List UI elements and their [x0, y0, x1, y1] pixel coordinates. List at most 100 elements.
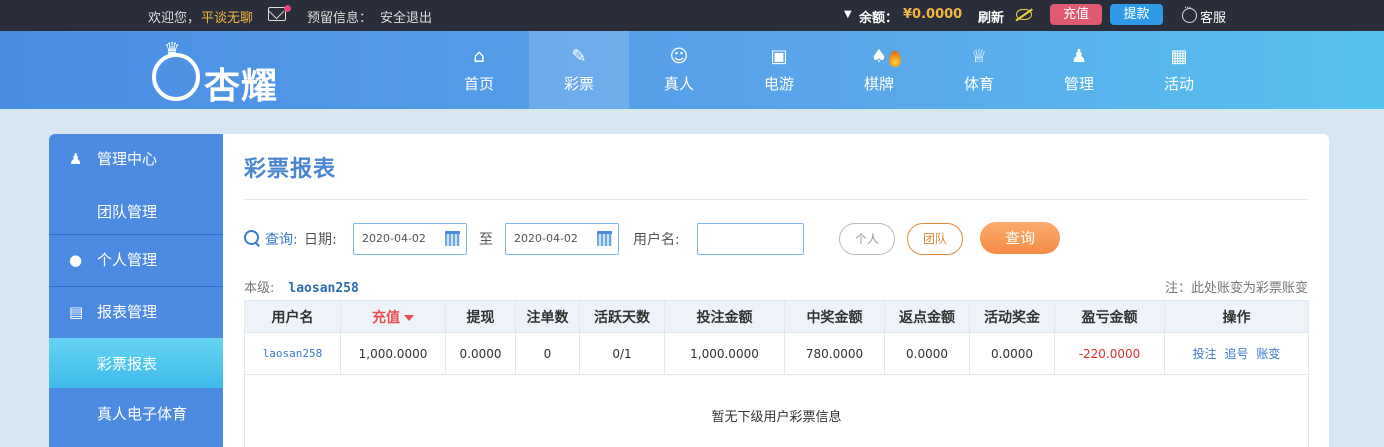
main-panel: 彩票报表 查询: 日期: 2020-04-02 至 2020-04-02 用户名… [223, 134, 1329, 447]
cell-orders: 0 [515, 332, 580, 375]
personal-button[interactable]: 个人 [839, 223, 895, 255]
logo-emblem [152, 53, 200, 101]
cell-profit: -220.0000 [1054, 332, 1165, 375]
col-charge-label: 充值 [372, 309, 400, 326]
cell-active-days: 0/1 [579, 332, 665, 375]
date-to-value: 2020-04-02 [514, 232, 578, 245]
team-icon: ♟ [1070, 46, 1088, 67]
cell-bonus: 0.0000 [969, 332, 1055, 375]
col-orders: 注单数 [515, 300, 580, 333]
game-icon: ▣ [770, 46, 788, 67]
nav-label: 首页 [463, 75, 494, 93]
refresh-link[interactable]: 刷新 [978, 7, 1004, 26]
transactions-link[interactable]: 账变 [1256, 347, 1280, 361]
username[interactable]: 平谈无聊 [201, 7, 253, 26]
cards-icon: ♠ [870, 46, 888, 67]
username-input[interactable] [697, 223, 804, 255]
col-bonus: 活动奖金 [969, 300, 1055, 333]
sidebar-item-label: 管理中心 [97, 150, 158, 168]
sidebar-item-lottery-report[interactable]: 彩票报表 [49, 338, 223, 388]
top-bar: 欢迎您， 平谈无聊 预留信息： 安全退出 ▼ 余额： ¥0.0000 刷新 充值… [0, 0, 1384, 31]
cell-win: 780.0000 [784, 332, 885, 375]
nav-chess[interactable]: ♠ 棋牌 [829, 31, 929, 109]
balance-label: 余额： [859, 11, 899, 26]
cell-rebate: 0.0000 [884, 332, 970, 375]
date-label: 日期: [304, 232, 337, 248]
table-row: laosan258 1,000.0000 0.0000 0 0/1 1,000.… [244, 332, 1309, 375]
sidebar-item-label: 团队管理 [97, 203, 158, 221]
level-username[interactable]: laosan258 [288, 281, 358, 296]
empty-message: 暂无下级用户彩票信息 [244, 374, 1309, 447]
divider [244, 199, 1308, 200]
empty-row: 暂无下级用户彩票信息 [244, 374, 1309, 447]
nav-label: 体育 [963, 75, 994, 93]
date-from-value: 2020-04-02 [362, 232, 426, 245]
col-charge[interactable]: 充值 [340, 300, 446, 333]
logo-text: 杏耀 [204, 66, 279, 107]
reserved-info[interactable]: 预留信息： [307, 7, 372, 26]
chat-icon[interactable] [1182, 3, 1197, 23]
nav-lottery[interactable]: ✎ 彩票 [529, 31, 629, 109]
nav-home[interactable]: ⌂ 首页 [429, 31, 529, 109]
col-withdraw: 提现 [445, 300, 516, 333]
nav-label: 电游 [763, 75, 794, 93]
person-icon: ☺ [669, 46, 689, 67]
nav-promotions[interactable]: ▦ 活动 [1129, 31, 1229, 109]
nav-live[interactable]: ☺ 真人 [629, 31, 729, 109]
balance-value: ¥0.0000 [903, 7, 963, 22]
nav-label: 真人 [663, 75, 694, 93]
user-icon: ● [69, 251, 83, 269]
hot-fire-icon [889, 51, 901, 67]
level-label: 本级: [244, 281, 275, 296]
sort-desc-icon [404, 314, 414, 321]
col-active-days: 活跃天数 [579, 300, 665, 333]
calendar-icon[interactable] [445, 231, 460, 246]
current-level: 本级: laosan258 [244, 277, 359, 296]
welcome-text: 欢迎您， [148, 11, 201, 26]
nav-label: 棋牌 [863, 75, 894, 93]
sidebar-item-personal-management[interactable]: ● 个人管理 [49, 234, 223, 286]
customer-service-link[interactable]: 客服 [1200, 7, 1226, 26]
search-button[interactable]: 查询 [980, 222, 1060, 254]
sidebar-item-report-management[interactable]: ▤ 报表管理 [49, 286, 223, 338]
main-nav: ♛ 杏耀 ⌂ 首页 ✎ 彩票 ☺ 真人 ▣ 电游 ♠ 棋牌 ♕ 体育 ♟ 管理 … [0, 31, 1384, 109]
calendar-icon[interactable] [597, 231, 612, 246]
trophy-icon: ♕ [970, 46, 988, 67]
chevron-down-icon[interactable]: ▼ [844, 9, 852, 20]
charge-button[interactable]: 充值 [1050, 4, 1102, 25]
cell-withdraw: 0.0000 [445, 332, 516, 375]
hide-balance-icon[interactable] [1016, 9, 1032, 20]
users-icon: ♟ [69, 150, 83, 168]
nav-label: 彩票 [563, 75, 594, 93]
report-icon: ▤ [69, 303, 84, 321]
cell-bet: 1,000.0000 [664, 332, 785, 375]
nav-label: 管理 [1063, 75, 1094, 93]
nav-sports[interactable]: ♕ 体育 [929, 31, 1029, 109]
sidebar-item-label: 个人管理 [97, 251, 158, 269]
withdraw-button[interactable]: 提款 [1110, 4, 1163, 25]
table-header-row: 用户名 充值 提现 注单数 活跃天数 投注金额 中奖金额 返点金额 活动奖金 盈… [244, 300, 1309, 333]
col-bet: 投注金额 [664, 300, 785, 333]
cell-actions: 投注 追号 账变 [1164, 332, 1309, 375]
sidebar-item-team-management[interactable]: 团队管理 [49, 186, 223, 236]
notification-dot [284, 5, 291, 12]
date-from-input[interactable]: 2020-04-02 [353, 223, 467, 255]
ticket-icon: ✎ [571, 46, 587, 67]
logo[interactable]: ♛ 杏耀 [150, 39, 300, 107]
cell-username[interactable]: laosan258 [244, 332, 341, 375]
sidebar-item-management-center[interactable]: ♟ 管理中心 [49, 134, 223, 186]
username-label: 用户名: [633, 232, 680, 248]
query-label: 查询: [265, 232, 298, 248]
sidebar-item-label: 报表管理 [97, 303, 158, 321]
nav-manage[interactable]: ♟ 管理 [1029, 31, 1129, 109]
nav-egames[interactable]: ▣ 电游 [729, 31, 829, 109]
bet-link[interactable]: 投注 [1193, 347, 1217, 361]
cell-charge: 1,000.0000 [340, 332, 446, 375]
search-icon [244, 230, 260, 246]
date-to-input[interactable]: 2020-04-02 [505, 223, 619, 255]
logout-link[interactable]: 安全退出 [380, 7, 432, 26]
col-username: 用户名 [244, 300, 341, 333]
sidebar-item-live-egame-sports[interactable]: 真人电子体育 [49, 388, 223, 438]
team-button[interactable]: 团队 [907, 223, 963, 255]
chase-link[interactable]: 追号 [1224, 347, 1248, 361]
